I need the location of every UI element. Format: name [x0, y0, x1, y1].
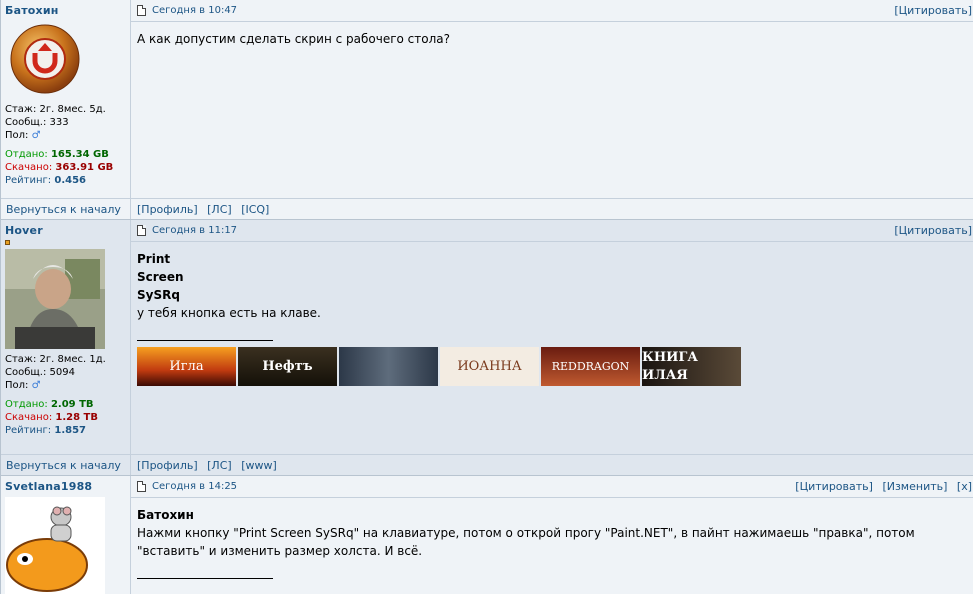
text-line: SySRq: [137, 288, 180, 302]
profile-link[interactable]: [Профиль]: [137, 203, 198, 216]
post-text: Print Screen SySRq у тебя кнопка есть на…: [131, 242, 973, 394]
avatar: [10, 24, 80, 94]
back-to-top-link[interactable]: Вернуться к началу: [1, 199, 131, 219]
uploaded: Отдано: 2.09 TB: [5, 399, 94, 410]
banner-kniga[interactable]: КНИГА ИЛАЯ: [642, 347, 741, 386]
post-date[interactable]: Сегодня в 10:47: [152, 5, 237, 16]
banner-igla[interactable]: Игла: [137, 347, 236, 386]
post-text: Батохин Нажми кнопку "Print Screen SySRq…: [131, 498, 973, 593]
edit-button[interactable]: [Изменить]: [882, 480, 947, 493]
icq-link[interactable]: [ICQ]: [241, 203, 269, 216]
post-author-panel: Hover Стаж: 2г. 8мес. 1д. Сообщ.: 5094 П…: [1, 220, 131, 454]
banner-reddragon[interactable]: REDDRAGON: [541, 347, 640, 386]
post-date[interactable]: Сегодня в 11:17: [152, 225, 237, 236]
text-line: Print: [137, 252, 171, 266]
pm-link[interactable]: [ЛС]: [207, 203, 232, 216]
author-nick[interactable]: Svetlana1988: [5, 480, 126, 493]
post-1: Батохин Стаж: 2г. 8мес. 5д. Сообщ.: 333 …: [1, 0, 973, 198]
post-header: Сегодня в 14:25 [Цитировать] [Изменить] …: [131, 476, 973, 498]
post-1-footer: Вернуться к началу [Профиль] [ЛС] [ICQ]: [1, 198, 973, 220]
post-icon: [137, 481, 146, 492]
banner-neft[interactable]: Нефтъ: [238, 347, 337, 386]
gender-row: Пол: ♂: [5, 130, 41, 141]
author-nick[interactable]: Hover: [5, 224, 126, 237]
signature-banners: Игла Нефтъ ИОАННА REDDRAGON КНИГА ИЛАЯ: [137, 347, 968, 386]
post-header: Сегодня в 11:17 [Цитировать]: [131, 220, 973, 242]
downloaded: Скачано: 1.28 TB: [5, 412, 99, 423]
avatar: [5, 497, 105, 597]
uploaded: Отдано: 165.34 GB: [5, 149, 109, 160]
signature-divider: [137, 578, 273, 579]
post-text: А как допустим сделать скрин с рабочего …: [137, 32, 451, 46]
text-line: Нажми кнопку "Print Screen SySRq" на кла…: [137, 526, 915, 558]
rating: Рейтинг: 1.857: [5, 425, 86, 436]
post-author-panel: Батохин Стаж: 2г. 8мес. 5д. Сообщ.: 333 …: [1, 0, 131, 198]
rating: Рейтинг: 0.456: [5, 175, 86, 186]
text-line: Screen: [137, 270, 184, 284]
post-message: Сегодня в 10:47 [Цитировать] А как допус…: [131, 0, 973, 198]
quote-button[interactable]: [Цитировать]: [795, 480, 873, 493]
avatar: [5, 249, 105, 349]
downloaded: Скачано: 363.91 GB: [5, 162, 114, 173]
pm-link[interactable]: [ЛС]: [207, 459, 232, 472]
post-3: Svetlana1988 Сегодня в 14:25 [Цитировать…: [1, 476, 973, 597]
back-to-top-link[interactable]: Вернуться к началу: [1, 455, 131, 475]
soobsh: Сообщ.: 5094: [5, 367, 75, 378]
www-link[interactable]: [www]: [241, 459, 277, 472]
post-2-footer: Вернуться к началу [Профиль] [ЛС] [www]: [1, 454, 973, 476]
male-icon: ♂: [31, 130, 41, 141]
post-date[interactable]: Сегодня в 14:25: [152, 481, 237, 492]
forum-thread: Батохин Стаж: 2г. 8мес. 5д. Сообщ.: 333 …: [0, 0, 973, 597]
post-message: Сегодня в 14:25 [Цитировать] [Изменить] …: [131, 476, 973, 594]
delete-button[interactable]: [x]: [957, 480, 972, 493]
male-icon: ♂: [31, 380, 41, 391]
post-icon: [137, 5, 146, 16]
post-icon: [137, 225, 146, 236]
stazh: Стаж: 2г. 8мес. 1д.: [5, 354, 106, 365]
soobsh: Сообщ.: 333: [5, 117, 69, 128]
post-2: Hover Стаж: 2г. 8мес. 1д. Сообщ.: 5094 П…: [1, 220, 973, 454]
gender-row: Пол: ♂: [5, 380, 41, 391]
stazh: Стаж: 2г. 8мес. 5д.: [5, 104, 106, 115]
banner-ioanna[interactable]: ИОАННА: [440, 347, 539, 386]
addressee: Батохин: [137, 508, 194, 522]
post-author-panel: Svetlana1988: [1, 476, 131, 597]
post-message: Сегодня в 11:17 [Цитировать] Print Scree…: [131, 220, 973, 454]
quote-button[interactable]: [Цитировать]: [894, 224, 972, 237]
quote-button[interactable]: [Цитировать]: [894, 4, 972, 17]
post-header: Сегодня в 10:47 [Цитировать]: [131, 0, 973, 22]
profile-link[interactable]: [Профиль]: [137, 459, 198, 472]
rank-icon: [5, 240, 10, 245]
author-nick[interactable]: Батохин: [5, 4, 126, 17]
banner-movie[interactable]: [339, 347, 438, 386]
signature-divider: [137, 340, 273, 341]
text-line: у тебя кнопка есть на клаве.: [137, 306, 321, 320]
